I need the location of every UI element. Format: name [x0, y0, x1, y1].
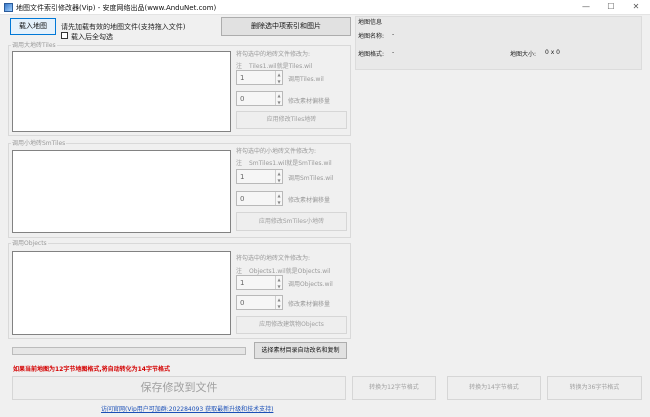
map-name-value: - — [392, 31, 395, 38]
tiles-offset-value: 0 — [240, 95, 245, 103]
minimize-icon[interactable]: — — [576, 1, 596, 13]
official-site-link[interactable]: 访问官网(Vip用户可加群:202284093 获取最新升级和技术支持) — [101, 404, 273, 413]
copy-materials-button[interactable]: 选择素材目录自动改名和复制 — [254, 342, 347, 359]
load-hint-text: 请先加载有效的地图文件(支持拖入文件) — [61, 23, 186, 31]
spin-down-icon[interactable]: ▼ — [276, 177, 282, 184]
save-to-file-button[interactable]: 保存修改到文件 — [12, 376, 346, 400]
tiles-offset-label: 修改素材偏移量 — [288, 98, 331, 105]
tiles-hint-prefix: 注 — [236, 63, 243, 70]
tiles-wil-value: 1 — [240, 74, 245, 82]
spin-down-icon[interactable]: ▼ — [276, 99, 282, 106]
tiles-hint-text: Tiles1.wil就是Tiles.wil — [249, 63, 313, 70]
smtiles-rename-label: 将勾选中的小地砖文件修改为: — [236, 148, 317, 155]
smtiles-offset-value: 0 — [240, 195, 245, 203]
map-info-title: 地图信息 — [358, 19, 383, 26]
tiles-wil-spinner[interactable]: 1 ▲ ▼ — [236, 70, 283, 85]
tiles-list[interactable] — [12, 51, 231, 132]
objects-list[interactable] — [12, 251, 231, 335]
map-format-label: 地图格式: — [358, 51, 385, 58]
title-bar: 地图文件索引修改器(Vip) - 安度网络出品(www.AnduNet.com)… — [0, 0, 650, 15]
convert-36-button[interactable]: 转换为36字节格式 — [547, 376, 642, 400]
objects-hint-text: Objects1.wil就是Objects.wil — [249, 268, 331, 275]
smtiles-list[interactable] — [12, 150, 231, 233]
objects-wil-label: 调用Objects.wil — [288, 281, 333, 288]
load-select-all-label: 载入后全勾选 — [71, 33, 113, 41]
convert-12-button[interactable]: 转换为12字节格式 — [352, 376, 436, 400]
objects-offset-spinner[interactable]: 0 ▲ ▼ — [236, 295, 283, 310]
map-info-panel — [355, 16, 642, 70]
close-icon[interactable]: ✕ — [626, 1, 646, 13]
progress-bar — [12, 347, 246, 355]
tiles-rename-label: 将勾选中的地砖文件修改为: — [236, 51, 311, 58]
objects-offset-label: 修改素材偏移量 — [288, 301, 331, 308]
tiles-group-label: 调用大地砖Tiles — [11, 40, 57, 49]
tiles-wil-label: 调用Tiles.wil — [288, 76, 324, 83]
spin-down-icon[interactable]: ▼ — [276, 78, 282, 85]
convert-14-button[interactable]: 转换为14字节格式 — [447, 376, 541, 400]
smtiles-hint-prefix: 注 — [236, 160, 243, 167]
objects-group-label: 调用Objects — [11, 238, 48, 247]
smtiles-group-label: 调用小地砖SmTiles — [11, 138, 67, 147]
apply-tiles-button[interactable]: 应用修改Tiles地砖 — [236, 111, 347, 129]
map-size-value: 0 x 0 — [545, 49, 560, 56]
objects-offset-value: 0 — [240, 299, 245, 307]
spin-down-icon[interactable]: ▼ — [276, 199, 282, 206]
smtiles-wil-value: 1 — [240, 173, 245, 181]
map-size-label: 地图大小: — [510, 51, 537, 58]
map-name-label: 地图名称: — [358, 33, 385, 40]
load-select-all-checkbox[interactable] — [61, 32, 68, 39]
spin-down-icon[interactable]: ▼ — [276, 283, 282, 290]
maximize-icon[interactable]: ☐ — [601, 1, 621, 13]
tiles-offset-spinner[interactable]: 0 ▲ ▼ — [236, 91, 283, 106]
objects-wil-value: 1 — [240, 279, 245, 287]
map-format-value: - — [392, 49, 395, 56]
apply-smtiles-button[interactable]: 应用修改SmTiles小地砖 — [236, 212, 347, 231]
smtiles-offset-label: 修改素材偏移量 — [288, 197, 331, 204]
format-warning-text: 如果当前地图为12字节地图格式,将自动转化为14字节格式 — [13, 366, 170, 373]
app-icon — [4, 3, 13, 12]
objects-wil-spinner[interactable]: 1 ▲ ▼ — [236, 275, 283, 290]
window-title: 地图文件索引修改器(Vip) - 安度网络出品(www.AnduNet.com) — [16, 4, 217, 12]
smtiles-wil-spinner[interactable]: 1 ▲ ▼ — [236, 169, 283, 184]
objects-hint-prefix: 注 — [236, 268, 243, 275]
smtiles-wil-label: 调用SmTiles.wil — [288, 175, 334, 182]
smtiles-hint-text: SmTiles1.wil就是SmTiles.wil — [249, 160, 332, 167]
spin-down-icon[interactable]: ▼ — [276, 303, 282, 310]
objects-rename-label: 将勾选中的地砖文件修改为: — [236, 255, 311, 262]
smtiles-offset-spinner[interactable]: 0 ▲ ▼ — [236, 191, 283, 206]
delete-selected-button[interactable]: 删除选中项索引和图片 — [221, 17, 351, 36]
load-map-button[interactable]: 载入地图 — [10, 18, 56, 35]
apply-objects-button[interactable]: 应用修改建筑物Objects — [236, 316, 347, 334]
